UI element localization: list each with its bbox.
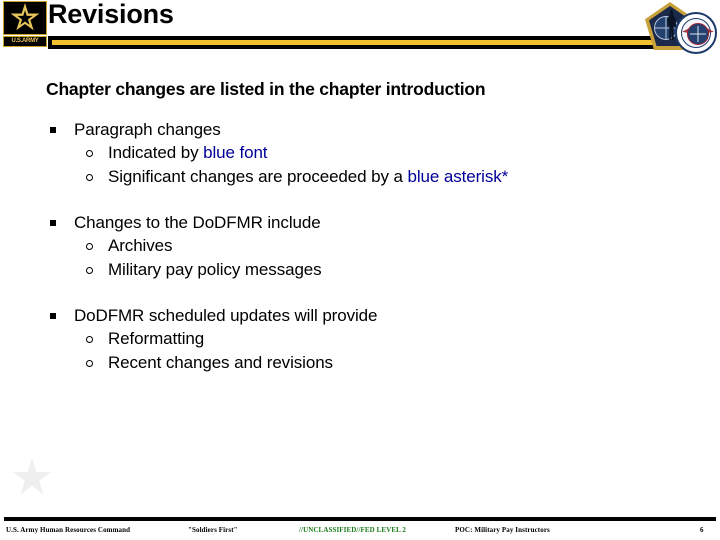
footer-classification: //UNCLASSIFIED//FED LEVEL 2 (299, 526, 406, 534)
square-bullet-icon (50, 220, 56, 226)
bullet-level2-text: Significant changes are proceeded by a (108, 167, 408, 186)
bullet-level2: Significant changes are proceeded by a b… (46, 165, 686, 189)
square-bullet-icon (50, 127, 56, 133)
circle-bullet-icon (86, 243, 93, 250)
bullet-level1-label: Changes to the DoDFMR include (74, 213, 321, 232)
footer-divider (4, 517, 716, 521)
bullet-level1: Paragraph changes (46, 118, 686, 141)
bullet-group: Changes to the DoDFMR include Archives M… (46, 211, 686, 282)
bullet-level1: DoDFMR scheduled updates will provide (46, 304, 686, 327)
bullet-level1-label: Paragraph changes (74, 120, 221, 139)
seal-globe-icon (687, 23, 709, 45)
page-title: Revisions (48, 0, 174, 29)
star-icon (4, 2, 46, 34)
army-star-logo (3, 1, 47, 35)
footer-organization: U.S. Army Human Resources Command (6, 526, 131, 534)
bullet-group: DoDFMR scheduled updates will provide Re… (46, 304, 686, 375)
slide-footer: U.S. Army Human Resources Command "Soldi… (0, 524, 720, 540)
circle-bullet-icon (86, 174, 93, 181)
bullet-level2-text: Indicated by (108, 143, 204, 162)
circle-bullet-icon (86, 267, 93, 274)
square-bullet-icon (50, 313, 56, 319)
bullet-level2: Military pay policy messages (46, 258, 686, 282)
watermark-star-icon (12, 458, 52, 495)
lead-statement: Chapter changes are listed in the chapte… (46, 79, 486, 99)
header-gold-rule (48, 36, 668, 49)
bullet-level2-highlight: blue font (203, 143, 268, 162)
circle-bullet-icon (86, 150, 93, 157)
bullet-level1: Changes to the DoDFMR include (46, 211, 686, 234)
background-star-watermark (4, 452, 60, 518)
bullet-level2: Recent changes and revisions (46, 351, 686, 375)
footer-motto: "Soldiers First" (188, 526, 238, 534)
footer-page-number: 6 (700, 526, 704, 534)
bullet-level2-text: Reformatting (108, 329, 205, 348)
dod-round-seal-icon (675, 12, 717, 54)
slide-header: U.S.ARMY Revisions (0, 0, 720, 58)
circle-bullet-icon (86, 336, 93, 343)
bullet-level2-text: Recent changes and revisions (108, 353, 333, 372)
slide-content: Chapter changes are listed in the chapte… (46, 78, 686, 375)
bullet-level1-label: DoDFMR scheduled updates will provide (74, 306, 378, 325)
bullet-level2: Indicated by blue font (46, 141, 686, 165)
circle-bullet-icon (86, 360, 93, 367)
bullet-level2: Archives (46, 234, 686, 258)
bullet-level2: Reformatting (46, 327, 686, 351)
bullet-group: Paragraph changes Indicated by blue font… (46, 118, 686, 189)
bullet-level2-highlight: blue asterisk* (407, 167, 509, 186)
bullet-level2-text: Military pay policy messages (108, 260, 322, 279)
footer-poc: POC: Military Pay Instructors (455, 526, 550, 534)
army-wordmark: U.S.ARMY (3, 36, 47, 47)
bullet-level2-text: Archives (108, 236, 173, 255)
